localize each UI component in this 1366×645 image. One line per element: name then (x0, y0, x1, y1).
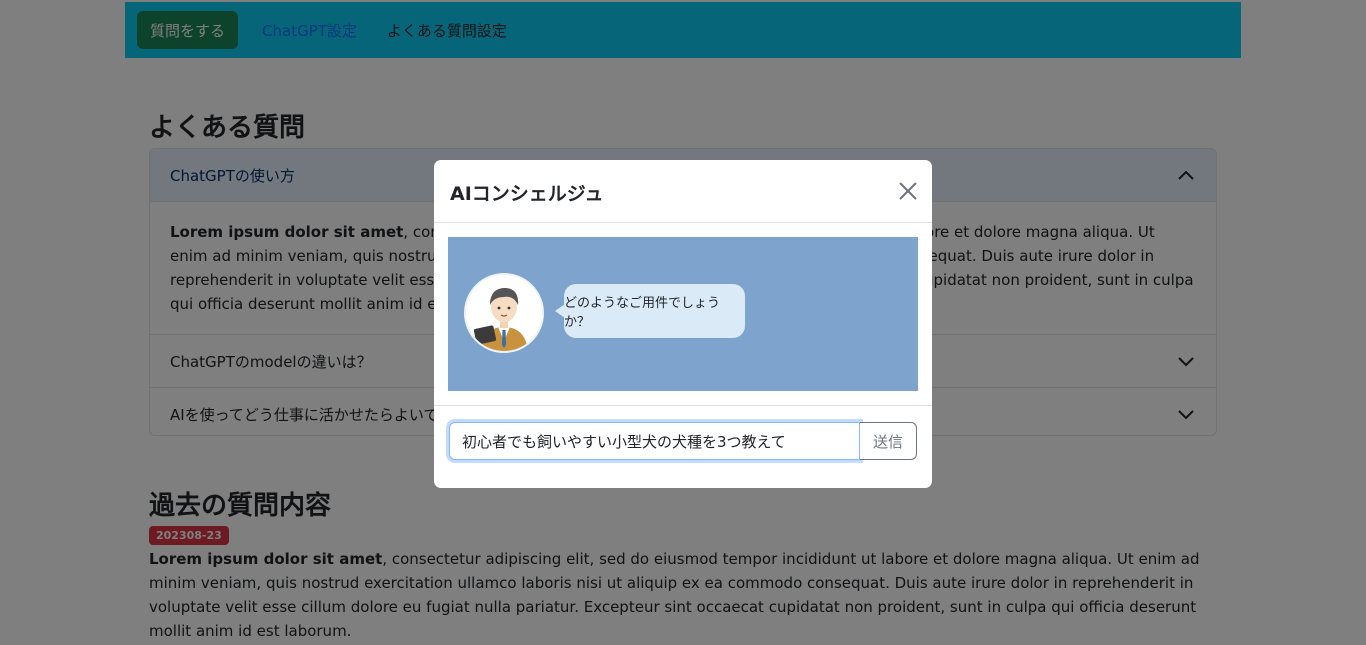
assistant-message-bubble: どのようなご用件でしょうか？ (555, 284, 745, 338)
close-icon[interactable] (896, 179, 920, 203)
question-input[interactable] (449, 422, 860, 460)
concierge-avatar (464, 273, 544, 353)
modal-header: AIコンシェルジュ (434, 160, 932, 223)
chat-area: どのようなご用件でしょうか？ (448, 237, 918, 391)
modal-divider (434, 405, 932, 406)
ai-concierge-modal: AIコンシェルジュ どのようなご用件でしょうか？ 初心者でも飼いやすい小型犬の犬… (434, 160, 932, 488)
modal-title: AIコンシェルジュ (450, 183, 604, 205)
send-button[interactable]: 送信 (860, 422, 917, 460)
question-input-group: 送信 (449, 422, 917, 460)
